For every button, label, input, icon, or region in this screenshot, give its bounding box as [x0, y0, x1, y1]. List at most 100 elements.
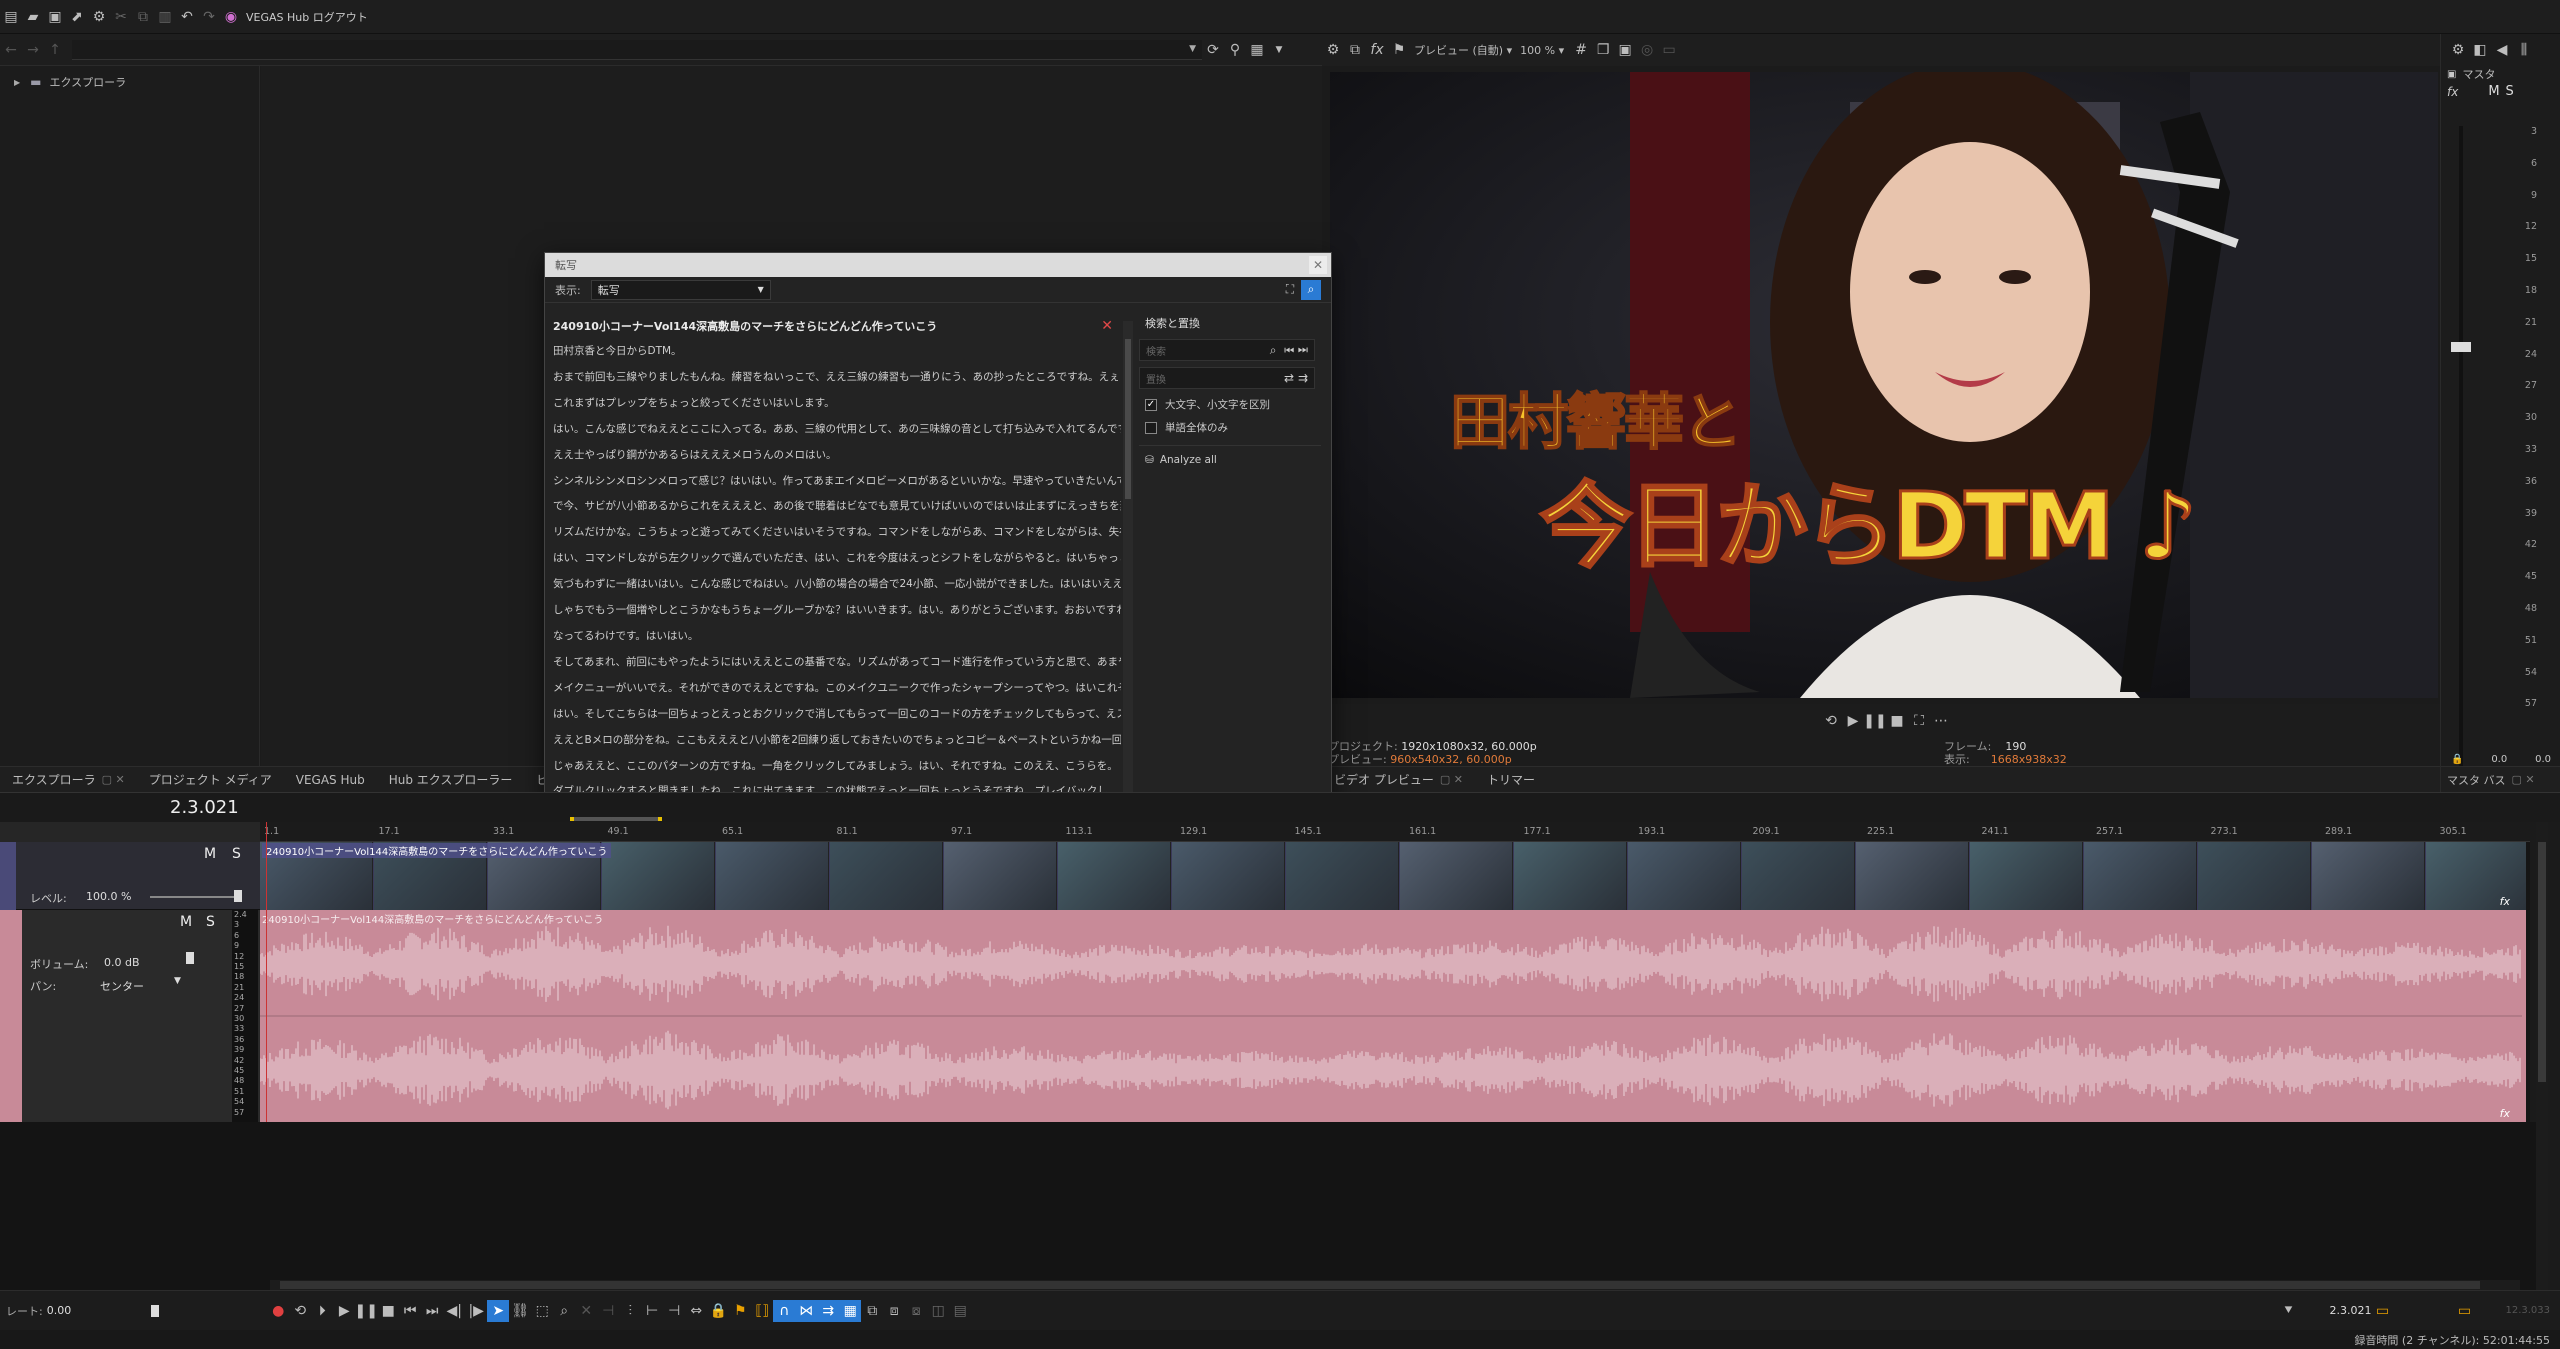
volume-icon[interactable]: ◀	[2491, 39, 2513, 61]
fx-icon[interactable]: fx	[2500, 895, 2510, 908]
transcript-line[interactable]: しゃちでもう一個増やしとこうかなもうちょーグルーブかな？はいいきます。はい。あり…	[553, 598, 1121, 624]
stop-icon[interactable]: ■	[377, 1300, 399, 1322]
audio-clip[interactable]: 240910小コーナーVol144深高敷島のマーチをさらにどんどん作っていこう …	[260, 910, 2522, 1122]
mute-button[interactable]: M	[180, 914, 192, 930]
level-slider[interactable]	[150, 896, 240, 898]
lock-icon[interactable]: 🔒	[707, 1300, 729, 1322]
video-preview[interactable]: 田村響華と 今日からDTM ♪	[1330, 72, 2438, 698]
tab-video-preview[interactable]: ビデオ プレビュー ▢ ✕	[1322, 767, 1475, 793]
search-icon[interactable]: ⌕	[1270, 343, 1277, 357]
rate-slider[interactable]	[131, 1304, 171, 1317]
transcript-line[interactable]: 田村京香と今日からDTM。	[553, 339, 1121, 365]
refresh-icon[interactable]: ⟳	[1202, 39, 1224, 61]
transcript-line[interactable]: ええとBメロの部分をね。ここもえええと八小節を2回練り返しておきたいのでちょっと…	[553, 728, 1121, 754]
gear-icon[interactable]: ⚙	[2447, 39, 2469, 61]
save-snapshot-icon[interactable]: ▣	[1614, 39, 1636, 61]
transcript-line[interactable]: おまで前回も三線やりましたもんね。練習をねいっこで、ええ三線の練習も一通りにう、…	[553, 365, 1121, 391]
replace-all-icon[interactable]: ⇉	[1298, 371, 1308, 385]
close-icon[interactable]: ▢ ✕	[2512, 773, 2535, 786]
ripple-mode-icon[interactable]: ⇉	[817, 1299, 840, 1322]
region-icon[interactable]: ⟦⟧	[751, 1300, 773, 1322]
timeline-ruler[interactable]: 1.1 17.1 33.1 49.1 65.1 81.1 97.1 113.1 129.1 145…	[260, 822, 2530, 842]
transcript-line[interactable]: はい。そしてこちらは一回ちょっとえっとおクリックで消してもらって一回このコードの…	[553, 702, 1121, 728]
cut-icon[interactable]: ✂	[110, 6, 132, 28]
solo-button[interactable]: S	[2506, 84, 2514, 99]
level-slider-handle[interactable]	[234, 890, 242, 902]
ripple-icon[interactable]: ⇔	[685, 1300, 707, 1322]
trim-end-icon[interactable]: ⊣	[663, 1300, 685, 1322]
pause-icon[interactable]: ❚❚	[354, 1300, 377, 1322]
capture-icon[interactable]: ⛶	[1908, 710, 1930, 732]
play-from-start-icon[interactable]: ⏵	[311, 1300, 333, 1322]
new-file-icon[interactable]: ▤	[0, 6, 22, 28]
tab-trimmer[interactable]: トリマー	[1475, 767, 1547, 793]
timeline-vscroll[interactable]	[2536, 822, 2548, 1290]
split-icon[interactable]: ⫶	[619, 1300, 641, 1322]
zoom-dropdown[interactable]: 100 % ▾	[1520, 44, 1564, 57]
selection-tool-icon[interactable]: ⬚	[531, 1300, 553, 1322]
go-to-start-icon[interactable]: ⏮	[399, 1300, 421, 1322]
envelope-tool-icon[interactable]: ⛓	[509, 1300, 531, 1322]
tab-vegas-hub[interactable]: VEGAS Hub	[284, 767, 377, 793]
normalize-icon[interactable]: ◫	[927, 1300, 949, 1322]
fx-icon[interactable]: fx	[1366, 39, 1388, 61]
auto-crossfade-icon[interactable]: ⋈	[795, 1299, 818, 1322]
next-icon[interactable]: ⏭	[1298, 343, 1308, 357]
mute-button[interactable]: M	[204, 846, 216, 862]
ungroup-icon[interactable]: ⧇	[905, 1300, 927, 1322]
transcript-line[interactable]: シンネルシンメロシンメロって感じ？はいはい。作ってあまエイメロビーメロがあるとい…	[553, 469, 1121, 495]
mute-button[interactable]: M	[2488, 84, 2499, 99]
search-input[interactable]: 検索 ⌕ ⏮ ⏭	[1139, 339, 1315, 361]
transcript-line[interactable]: 気づもわずに一緒はいはい。こんな感じでねはい。八小節の場合の場合で24小節、一応…	[553, 572, 1121, 598]
stop-icon[interactable]: ■	[1886, 710, 1908, 732]
more-icon[interactable]: ⋯	[1930, 710, 1952, 732]
loop-region[interactable]	[570, 817, 662, 821]
loop-icon[interactable]: ⟲	[289, 1300, 311, 1322]
snap-icon[interactable]: ∩	[773, 1299, 796, 1322]
rate-slider-handle[interactable]	[151, 1304, 160, 1317]
pause-icon[interactable]: ❚❚	[1863, 710, 1886, 732]
view-dropdown[interactable]: 転写 ▼	[590, 279, 771, 300]
fx-icon[interactable]: fx	[2500, 1107, 2510, 1120]
checkbox-unchecked[interactable]	[1145, 421, 1157, 434]
solo-button[interactable]: S	[232, 846, 241, 862]
scrollbar-thumb[interactable]	[280, 1281, 2480, 1289]
save-icon[interactable]: ▣	[44, 6, 66, 28]
gear-icon[interactable]: ⚙	[1322, 39, 1344, 61]
lock-icon[interactable]: 🔒	[2451, 754, 2463, 765]
tab-hub-explorer[interactable]: Hub エクスプローラー	[377, 767, 525, 793]
analyze-all-button[interactable]: ⛁ Analyze all	[1139, 454, 1329, 466]
replace-icon[interactable]: ⇄	[1284, 371, 1294, 385]
vegas-hub-icon[interactable]: ◉	[220, 6, 242, 28]
speaker-icon[interactable]: ◧	[2469, 39, 2491, 61]
copy-snapshot-icon[interactable]: ❐	[1592, 39, 1614, 61]
close-icon[interactable]: ✕	[1309, 256, 1327, 274]
go-to-end-icon[interactable]: ⏭	[421, 1300, 443, 1322]
loop-region-icon[interactable]: ▭	[2371, 1300, 2393, 1322]
timeline-hscroll[interactable]	[270, 1280, 2520, 1290]
master-fader-handle[interactable]	[2451, 342, 2471, 352]
transcript-line[interactable]: で今、サビが八小節あるからこれをえええと、あの後で聴着はビなでも意見ていけばいい…	[553, 494, 1121, 520]
record-icon[interactable]: ●	[267, 1300, 289, 1322]
transcript-line[interactable]: ええ士やっぱり鋼がかあるらはえええメロうんのメロはい。	[553, 443, 1121, 469]
play-icon[interactable]: ▶	[333, 1300, 355, 1322]
option-case-sensitive[interactable]: ✓ 大文字、小文字を区別	[1139, 397, 1329, 412]
transcript-line[interactable]: メイクニューがいいでえ。それができのでええとですね。このメイクユニークで作ったシ…	[553, 676, 1121, 702]
loop-icon[interactable]: ⟲	[1820, 710, 1842, 732]
preview-quality-dropdown[interactable]: プレビュー (自動) ▾	[1414, 42, 1512, 58]
trim-start-icon[interactable]: ⊢	[641, 1300, 663, 1322]
delete-icon[interactable]: ✕	[575, 1300, 597, 1322]
export-icon[interactable]: ⬈	[66, 6, 88, 28]
transcript-line[interactable]: なってるわけです。はいはい。	[553, 624, 1121, 650]
transcript-line[interactable]: じゃあええと、ここのパターンの方ですね。一角をクリックしてみましょう。はい、それ…	[553, 754, 1121, 780]
forward-icon[interactable]: →	[22, 39, 44, 61]
zoom-tool-icon[interactable]: ⌕	[553, 1300, 575, 1322]
prev-frame-icon[interactable]: ◀|	[443, 1300, 465, 1322]
transcript-line[interactable]: はい。こんな感じでねええとここに入ってる。ああ、三線の代用として、あの三味線の音…	[553, 417, 1121, 443]
fx-icon[interactable]: fx	[2447, 85, 2458, 99]
transcript-line[interactable]: これまずはプレップをちょっと絞ってくださいはいします。	[553, 391, 1121, 417]
chevron-down-icon[interactable]: ▼	[1268, 39, 1290, 61]
copy-icon[interactable]: ⧉	[132, 6, 154, 28]
tab-explorer[interactable]: エクスプローラ ▢ ✕	[0, 767, 137, 793]
master-fader-track[interactable]	[2459, 126, 2463, 766]
